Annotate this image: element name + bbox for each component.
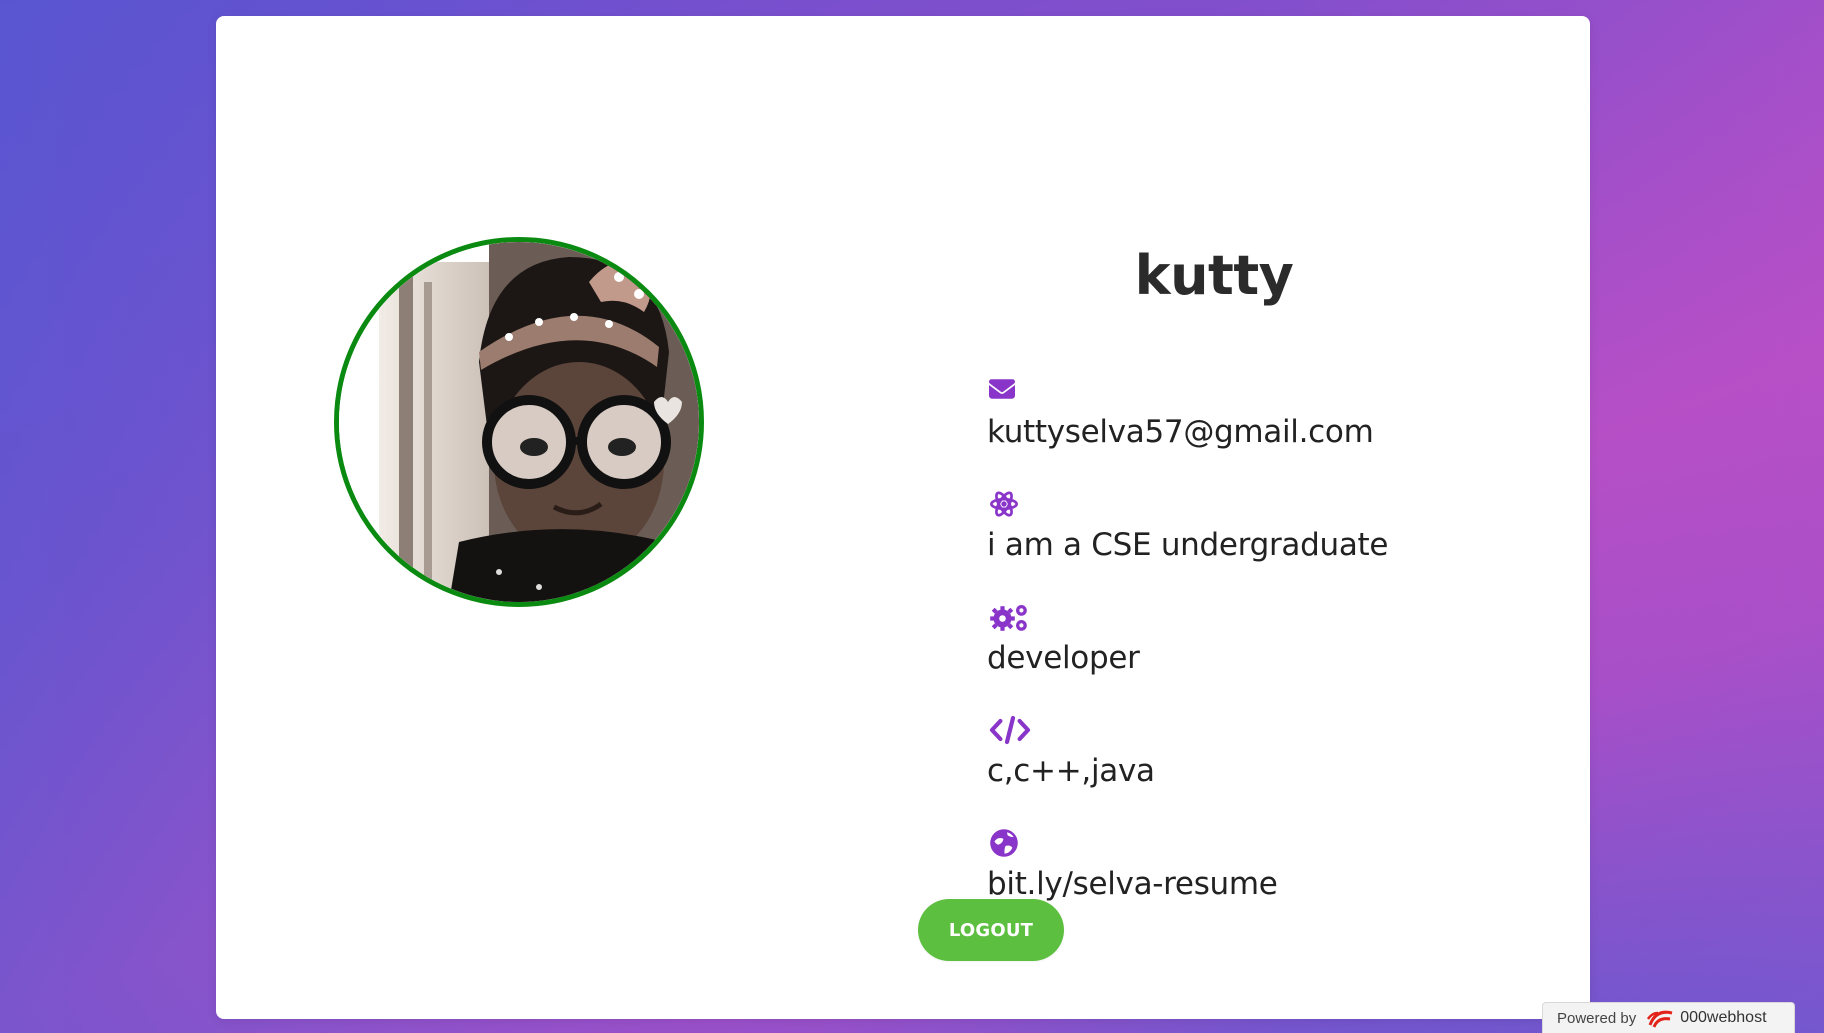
info-website: bit.ly/selva-resume (987, 828, 1547, 941)
info-education: i am a CSE undergraduate (987, 489, 1547, 602)
webhost-logo-icon (1646, 1007, 1674, 1029)
powered-label: Powered by (1557, 1009, 1637, 1027)
education-text: i am a CSE undergraduate (987, 527, 1389, 563)
role-text: developer (987, 640, 1140, 676)
avatar-photo (339, 242, 699, 602)
info-skills: c,c++,java (987, 715, 1547, 828)
skills-text: c,c++,java (987, 753, 1155, 789)
profile-card: kutty kuttyselva57@gmail.com i am a CSE … (216, 16, 1590, 1019)
profile-name: kutty (1134, 244, 1294, 307)
powered-by-badge[interactable]: Powered by 000webhost (1542, 1002, 1795, 1033)
website-text[interactable]: bit.ly/selva-resume (987, 866, 1278, 902)
info-email: kuttyselva57@gmail.com (987, 376, 1547, 489)
avatar (334, 237, 704, 607)
logout-button[interactable]: LOGOUT (918, 899, 1064, 961)
brand-label: 000webhost (1680, 1009, 1767, 1026)
envelope-icon (989, 376, 1033, 406)
email-text: kuttyselva57@gmail.com (987, 414, 1374, 450)
info-role: developer (987, 602, 1547, 715)
profile-info-list: kuttyselva57@gmail.com i am a CSE underg… (987, 376, 1547, 941)
globe-icon (989, 828, 1033, 858)
code-icon (989, 715, 1033, 745)
atom-icon (989, 489, 1033, 519)
gears-icon (989, 602, 1033, 632)
